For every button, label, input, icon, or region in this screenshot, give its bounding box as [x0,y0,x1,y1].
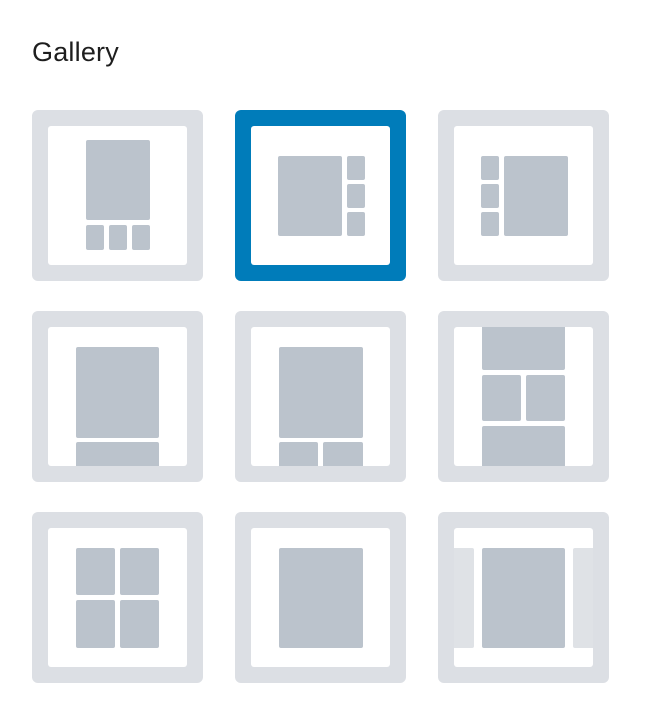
layout-option-large-top-two-bottom[interactable] [235,311,406,482]
layout-option-large-top-wide-bottom[interactable] [32,311,203,482]
layout-thumbnail [454,126,593,265]
layout-grid-2x2-icon [76,548,159,648]
layout-option-three-stacked-left-large-right[interactable] [438,110,609,281]
layout-thumbnail [48,327,187,466]
layout-large-top-two-below-icon [279,347,363,466]
layout-large-top-three-below-icon [86,140,150,250]
layout-carousel-icon [454,548,593,648]
layout-option-carousel[interactable] [438,512,609,683]
layout-large-top-wide-below-icon [76,347,159,466]
layout-option-large-left-three-stacked-right[interactable] [235,110,406,281]
layout-single-icon [279,548,363,648]
layout-three-left-large-right-icon [481,156,568,236]
layout-thumbnail [454,528,593,667]
layout-thumbnail [251,327,390,466]
layout-thumbnail [48,528,187,667]
layout-thumbnail [251,528,390,667]
layout-option-single-image[interactable] [235,512,406,683]
gallery-title: Gallery [32,37,119,67]
layout-mosaic-icon [482,327,565,466]
layout-option-large-top-three-small-bottom[interactable] [32,110,203,281]
layout-thumbnail [48,126,187,265]
layout-option-mosaic[interactable] [438,311,609,482]
layout-thumbnail [251,126,390,265]
layout-option-two-by-two-grid[interactable] [32,512,203,683]
layout-large-left-three-right-icon [278,156,365,236]
layout-thumbnail [454,327,593,466]
gallery-layout-grid [32,110,609,683]
